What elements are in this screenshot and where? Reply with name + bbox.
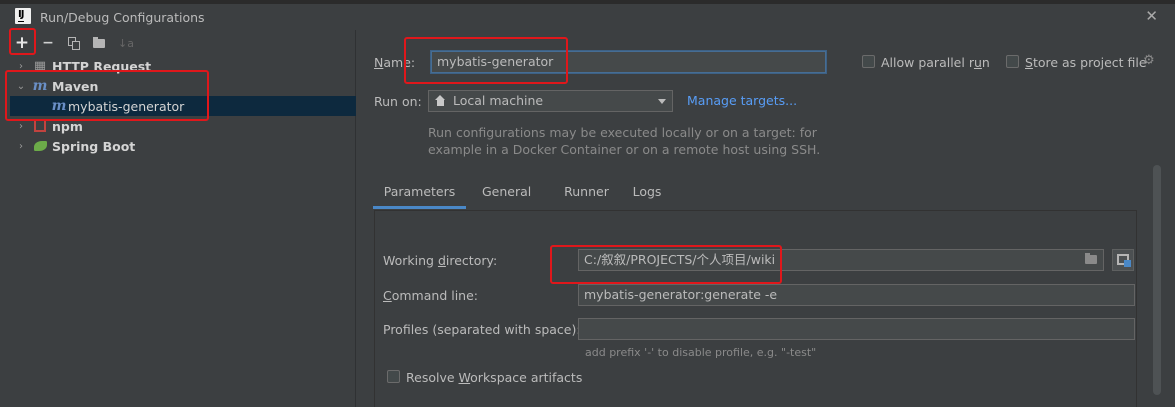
tree-item-spring-boot[interactable]: › Spring Boot: [10, 136, 356, 156]
remove-configuration-button[interactable]: −: [37, 32, 59, 54]
insert-macros-icon[interactable]: [1112, 249, 1134, 271]
tree-item-label: mybatis-generator: [68, 98, 185, 114]
tab-parameters[interactable]: Parameters: [373, 177, 466, 209]
maven-icon: m: [51, 98, 67, 114]
working-directory-input[interactable]: C:/叙叙/PROJECTS/个人项目/wiki: [578, 249, 1104, 271]
move-into-folder-icon[interactable]: [89, 32, 111, 54]
home-icon: [435, 95, 446, 107]
tree-item-label: npm: [52, 118, 83, 134]
chevron-down-icon: [658, 99, 666, 104]
expand-arrow-icon[interactable]: ›: [16, 141, 26, 152]
tree-item-label: HTTP Request: [52, 58, 152, 74]
run-on-dropdown[interactable]: Local machine: [428, 90, 673, 112]
configurations-sidebar: + − ↓a › ▦ HTTP Request ⌄ m Maven m myba…: [10, 30, 356, 407]
sidebar-toolbar: + − ↓a: [10, 32, 356, 56]
run-on-value: Local machine: [453, 93, 544, 108]
browse-folder-icon[interactable]: [1081, 250, 1101, 270]
allow-parallel-run-checkbox[interactable]: [862, 55, 875, 68]
tree-item-npm[interactable]: › npm: [10, 116, 356, 136]
copy-configuration-icon[interactable]: [63, 32, 85, 54]
profiles-label: Profiles (separated with space):: [383, 322, 581, 337]
command-line-input[interactable]: mybatis-generator:generate -e: [578, 284, 1135, 306]
tab-runner[interactable]: Runner: [564, 177, 609, 209]
tree-item-label: Maven: [52, 78, 99, 94]
profiles-input[interactable]: [578, 318, 1135, 340]
store-as-project-file-checkbox[interactable]: [1006, 55, 1019, 68]
resolve-workspace-artifacts-label: Resolve Workspace artifacts: [406, 370, 583, 385]
expand-arrow-icon[interactable]: ›: [16, 121, 26, 132]
resolve-workspace-artifacts-checkbox[interactable]: [387, 370, 400, 383]
intellij-idea-icon: IJ: [15, 8, 31, 24]
store-as-project-file-label: Store as project file: [1025, 55, 1147, 70]
manage-targets-link[interactable]: Manage targets...: [687, 93, 797, 108]
window-title: Run/Debug Configurations: [40, 10, 205, 25]
tree-item-maven[interactable]: ⌄ m Maven: [10, 76, 356, 96]
configuration-editor: Name: mybatis-generator Allow parallel r…: [357, 30, 1175, 407]
run-on-hint: Run configurations may be executed local…: [428, 125, 821, 157]
maven-icon: m: [32, 78, 48, 94]
sort-configurations-icon[interactable]: ↓a: [115, 32, 137, 54]
allow-parallel-run-label: Allow parallel run: [881, 55, 990, 70]
tree-item-mybatis-generator[interactable]: m mybatis-generator: [10, 96, 356, 116]
spring-boot-icon: [32, 138, 48, 154]
working-directory-label: Working directory:: [383, 253, 498, 268]
close-icon[interactable]: ✕: [1145, 7, 1158, 25]
tab-logs[interactable]: Logs: [631, 177, 663, 209]
tree-item-http-request[interactable]: › ▦ HTTP Request: [10, 56, 356, 76]
command-line-label: Command line:: [383, 288, 478, 303]
gear-icon[interactable]: ⚙: [1143, 53, 1155, 68]
vertical-scrollbar[interactable]: [1153, 165, 1161, 395]
name-label: Name:: [374, 55, 416, 70]
expand-arrow-icon[interactable]: ›: [16, 61, 26, 72]
run-on-label: Run on:: [374, 94, 422, 109]
name-input[interactable]: mybatis-generator: [431, 51, 826, 73]
profiles-hint: add prefix '-' to disable profile, e.g. …: [585, 346, 817, 359]
title-bar: IJ Run/Debug Configurations ✕: [0, 4, 1175, 30]
configurations-tree: › ▦ HTTP Request ⌄ m Maven m mybatis-gen…: [10, 56, 356, 156]
add-configuration-button[interactable]: +: [11, 32, 33, 54]
npm-icon: [32, 118, 48, 134]
collapse-arrow-icon[interactable]: ⌄: [16, 81, 26, 92]
tab-general[interactable]: General: [482, 177, 531, 209]
http-request-icon: ▦: [33, 58, 47, 74]
parameters-panel: Working directory: C:/叙叙/PROJECTS/个人项目/w…: [374, 210, 1137, 407]
tree-item-label: Spring Boot: [52, 138, 136, 154]
